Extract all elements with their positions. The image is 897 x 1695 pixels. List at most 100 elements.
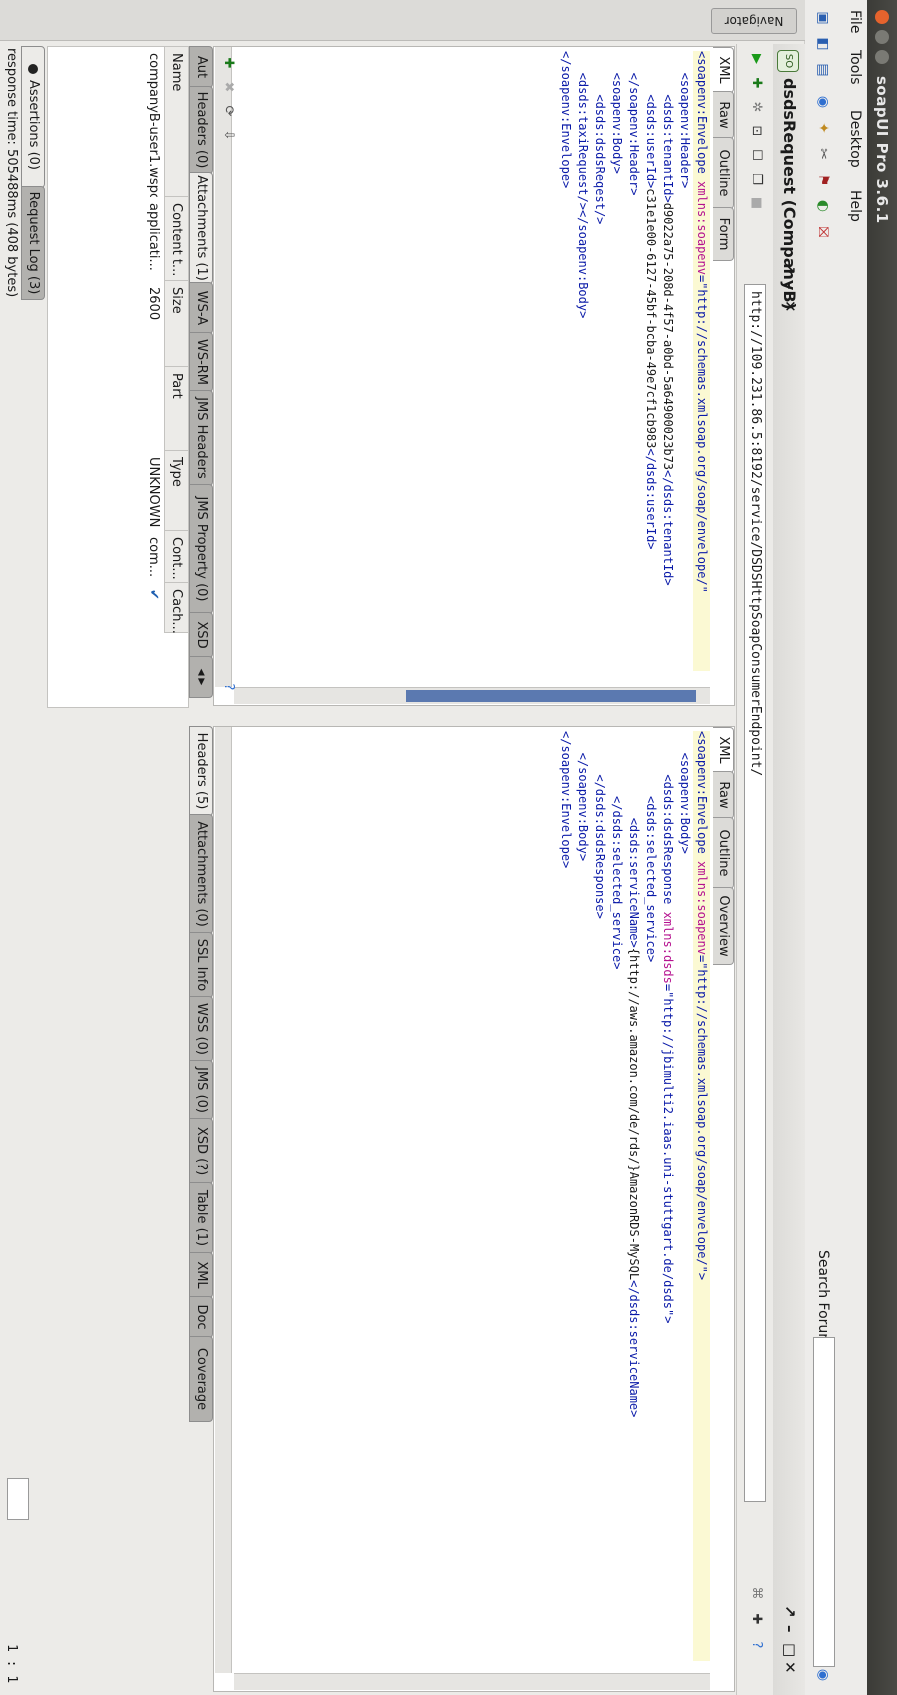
resp-bottom-tab-doc[interactable]: Doc bbox=[189, 1296, 213, 1338]
window-minimize-button[interactable] bbox=[875, 30, 889, 44]
response-vertical-scrollbar[interactable] bbox=[234, 1673, 710, 1690]
request-vertical-scrollbar[interactable] bbox=[234, 687, 710, 704]
request-xml-line: </soapenv:Header> bbox=[625, 51, 642, 671]
response-tab-overview[interactable]: Overview bbox=[713, 887, 734, 965]
submit-request-icon[interactable]: ▶ bbox=[747, 50, 765, 68]
request-xml-editor[interactable]: <soapenv:Envelope xmlns:soapenv="http://… bbox=[240, 51, 710, 671]
request-tab-form[interactable]: Form bbox=[713, 207, 734, 261]
attachment-part-cell[interactable] bbox=[143, 367, 163, 451]
response-tab-xml[interactable]: XML bbox=[713, 727, 734, 773]
import-project-icon[interactable]: ◧ bbox=[813, 34, 833, 54]
editor-detach-right-icon[interactable]: ↗ bbox=[781, 1605, 799, 1618]
attachments-col-name[interactable]: Name bbox=[164, 47, 188, 197]
reload-attachment-icon[interactable]: ⟳ bbox=[219, 102, 237, 120]
attachments-col-cached[interactable]: Cach... bbox=[164, 583, 188, 634]
attachments-col-content-type[interactable]: Content t... bbox=[164, 197, 188, 281]
attachments-help-icon[interactable]: ? bbox=[219, 678, 237, 696]
attachments-col-type[interactable]: Type bbox=[164, 451, 188, 531]
req-bottom-tabs-scroll-icon[interactable]: ◀ ▶ bbox=[189, 656, 213, 698]
response-horizontal-scrollbar[interactable] bbox=[215, 727, 232, 1673]
editor-close-right-icon[interactable]: ✕ bbox=[781, 1661, 799, 1674]
add-attachment-icon[interactable]: ✚ bbox=[219, 54, 237, 72]
attachment-type-cell[interactable]: UNKNOWN bbox=[143, 451, 163, 531]
attachments-col-content-id[interactable]: Cont... bbox=[164, 531, 188, 583]
editor-minimize-icon[interactable]: – bbox=[781, 282, 799, 290]
menu-help[interactable]: Help bbox=[847, 190, 863, 222]
menu-bar: File Tools Desktop Help bbox=[840, 0, 867, 1695]
resp-bottom-tab-ssl-info[interactable]: SSL Info bbox=[189, 932, 213, 998]
attachments-col-part[interactable]: Part bbox=[164, 367, 188, 451]
menu-desktop[interactable]: Desktop bbox=[847, 110, 863, 168]
attachment-name-cell[interactable]: companyB-user1.wspolicy bbox=[143, 47, 163, 197]
menu-tools[interactable]: Tools bbox=[847, 50, 863, 85]
attachment-size-cell[interactable]: 2600 bbox=[143, 281, 163, 367]
add-assertion-icon[interactable]: ✚ bbox=[747, 74, 765, 92]
resp-bottom-tab-attachments[interactable]: Attachments (0) bbox=[189, 814, 213, 934]
proxy-icon[interactable]: ⚑ bbox=[813, 170, 833, 190]
request-tab-outline[interactable]: Outline bbox=[713, 137, 734, 209]
resp-bottom-tab-headers[interactable]: Headers (5) bbox=[189, 726, 213, 816]
monitor-icon[interactable]: ◐ bbox=[813, 196, 833, 216]
editor-minimize-right-icon[interactable]: – bbox=[781, 1625, 799, 1633]
req-bottom-tab-aut[interactable]: Aut bbox=[189, 46, 213, 88]
export-attachment-icon[interactable]: ⇩ bbox=[219, 126, 237, 144]
response-tab-outline[interactable]: Outline bbox=[713, 817, 734, 889]
attachment-content-type-cell[interactable]: applicati... bbox=[143, 197, 163, 281]
request-xml-token: <soapenv:Header> bbox=[678, 51, 692, 189]
resp-bottom-tab-coverage[interactable]: Coverage bbox=[189, 1336, 213, 1422]
add-icon[interactable]: ✚ bbox=[747, 1610, 765, 1628]
attachments-col-size[interactable]: Size bbox=[164, 281, 188, 367]
attachment-cached-checkbox[interactable]: ✔ bbox=[143, 583, 163, 633]
search-go-icon[interactable]: ◉ bbox=[813, 1665, 833, 1685]
endpoint-url-field[interactable]: http://109.231.86.5:8192/service/DSDSHtt… bbox=[744, 284, 766, 1502]
request-xml-line: </soapenv:Envelope> bbox=[557, 51, 574, 671]
ws-i-icon[interactable]: ⌘ bbox=[747, 1584, 765, 1602]
remove-attachment-icon[interactable]: ✖ bbox=[219, 78, 237, 96]
forum-icon[interactable]: ◉ bbox=[813, 92, 833, 112]
preferences-icon[interactable]: ✂ bbox=[813, 144, 833, 164]
request-xml-line: <soapenv:Body> bbox=[608, 51, 625, 671]
response-tab-raw[interactable]: Raw bbox=[713, 771, 734, 819]
request-log-tab[interactable]: Request Log (3) bbox=[21, 186, 45, 300]
soap-request-icon: SO bbox=[777, 50, 799, 72]
response-xml-viewer[interactable]: <soapenv:Envelope xmlns:soapenv="http://… bbox=[240, 731, 710, 1661]
attachment-content-id-cell[interactable]: com... bbox=[143, 531, 163, 583]
format-xml-icon[interactable]: ⊡ bbox=[747, 122, 765, 140]
cancel-request-icon[interactable]: ■ bbox=[747, 194, 765, 212]
navigator-tab[interactable]: Navigator bbox=[711, 8, 797, 34]
trial-icon[interactable]: ✦ bbox=[813, 118, 833, 138]
request-xml-token: c31e1e00-6127-45bf-bcba-49e7cf1cb983 bbox=[644, 188, 658, 449]
toggle-split-icon[interactable]: ☐ bbox=[747, 146, 765, 164]
exit-icon[interactable]: ⛝ bbox=[813, 222, 833, 242]
assertions-tab[interactable]: Assertions (0) bbox=[21, 46, 45, 188]
resp-bottom-tab-xsd[interactable]: XSD (?) bbox=[189, 1118, 213, 1184]
new-project-icon[interactable]: ▣ bbox=[813, 8, 833, 28]
window-close-button[interactable] bbox=[875, 10, 889, 24]
req-bottom-tab-jms-property[interactable]: JMS Property (0) bbox=[189, 484, 213, 614]
resp-bottom-tab-xml[interactable]: XML bbox=[189, 1252, 213, 1298]
req-bottom-tab-attachments[interactable]: Attachments (1) bbox=[189, 172, 213, 284]
search-forum-input[interactable] bbox=[813, 1337, 835, 1667]
resp-bottom-tab-table[interactable]: Table (1) bbox=[189, 1182, 213, 1254]
resp-bottom-tab-jms[interactable]: JMS (0) bbox=[189, 1060, 213, 1120]
help-icon[interactable]: ? bbox=[747, 1636, 765, 1654]
tabs-layout-icon[interactable]: ❐ bbox=[747, 170, 765, 188]
request-tab-xml[interactable]: XML bbox=[713, 47, 734, 93]
req-bottom-tab-wsrm[interactable]: WS-RM bbox=[189, 332, 213, 392]
req-bottom-tab-headers[interactable]: Headers (0) bbox=[189, 86, 213, 174]
response-pane: XML Raw Outline Overview <soapenv:Envelo… bbox=[213, 726, 735, 1692]
editor-maximize-icon[interactable]: □ bbox=[781, 1643, 799, 1657]
request-xml-line: <soapenv:Header> bbox=[676, 51, 693, 671]
req-bottom-tab-xsd[interactable]: XSD bbox=[189, 612, 213, 658]
resp-bottom-tab-wss[interactable]: WSS (0) bbox=[189, 996, 213, 1062]
menu-file[interactable]: File bbox=[847, 10, 863, 33]
req-bottom-tab-wsa[interactable]: WS-A bbox=[189, 282, 213, 334]
request-tab-raw[interactable]: Raw bbox=[713, 91, 734, 139]
editor-detach-icon[interactable]: ↗ bbox=[781, 262, 799, 275]
create-mock-icon[interactable]: ✲ bbox=[747, 98, 765, 116]
save-all-icon[interactable]: ▤ bbox=[813, 60, 833, 80]
editor-close-icon[interactable]: ✕ bbox=[781, 300, 799, 313]
req-bottom-tab-jms-headers[interactable]: JMS Headers bbox=[189, 390, 213, 486]
window-maximize-button[interactable] bbox=[875, 50, 889, 64]
request-vscroll-thumb[interactable] bbox=[406, 690, 696, 702]
